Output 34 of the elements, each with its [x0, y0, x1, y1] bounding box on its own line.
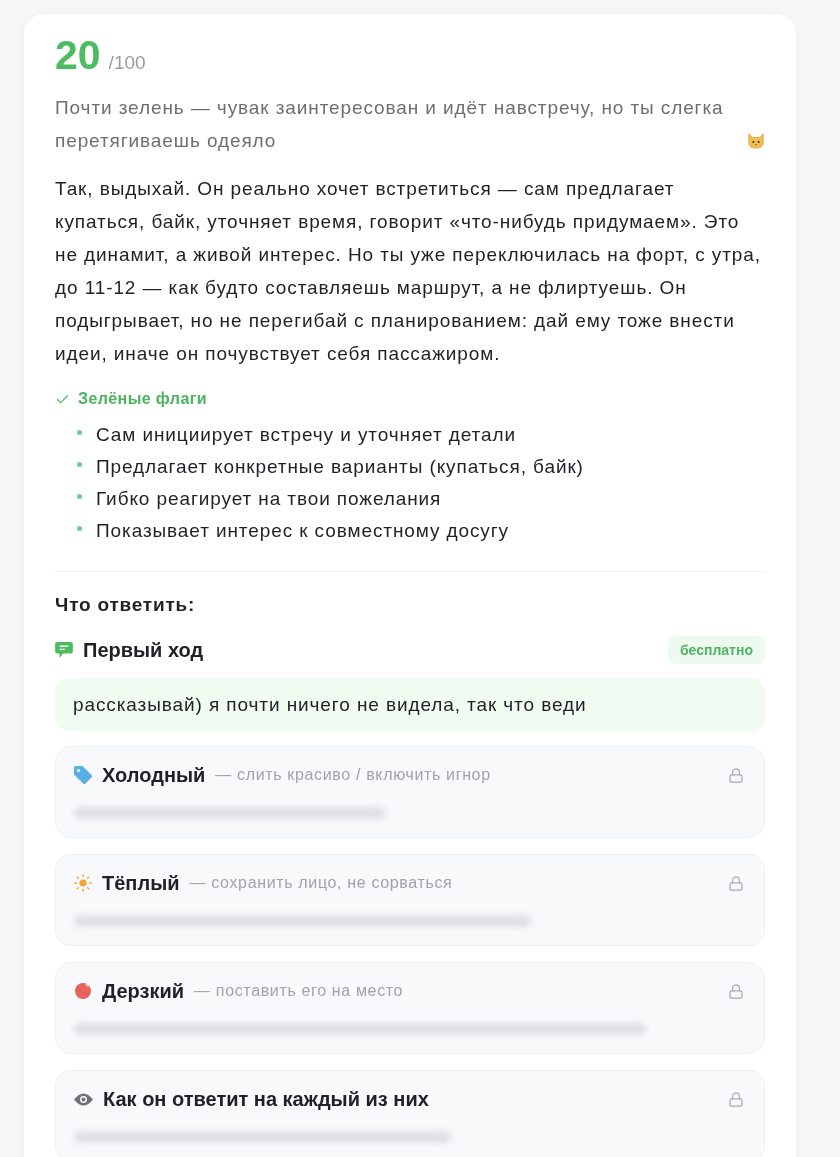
analysis-text: Так, выдыхай. Он реально хочет встретиться — сам предлагает купаться, байк, уточняет время, говорит «что-нибудь придумаем». Это не динамит, а живой интерес. Но ты уже переключилась на форт, с утра, до 11-12 — как будто составляешь маршрут, а не флиртуешь. Он подыгрывает, но не перегибай с планированием: дай ему тоже внести идеи, иначе он почувствует себя пассажиром.	[55, 177, 762, 366]
reply-option-card[interactable]: Как он ответит на каждый из них	[55, 1070, 765, 1157]
reply-option-card[interactable]: Дерзкий — поставить его на место	[55, 962, 765, 1054]
cat-face-icon	[747, 133, 765, 149]
flag-text: Сам инициирует встречу и уточняет детали	[96, 422, 516, 447]
option-subtitle: — сохранить лицо, не сорваться	[189, 873, 453, 893]
score-value: 20	[55, 31, 101, 79]
option-title: Холодный	[102, 763, 206, 788]
option-title: Дерзкий	[102, 979, 185, 1004]
reply-option-card[interactable]: Холодный — слить красиво / включить игнор	[55, 746, 765, 838]
option-title: Тёплый	[102, 871, 180, 896]
sun-icon	[74, 874, 92, 892]
free-badge: бесплатно	[667, 636, 765, 664]
bullet-icon	[77, 493, 82, 499]
flags-title: Зелёные флаги	[78, 389, 208, 409]
first-move-message: рассказывай) я почти ничего не видела, так что веди	[55, 678, 765, 731]
circle-icon	[75, 983, 91, 999]
bullet-icon	[77, 429, 82, 435]
tag-icon	[74, 766, 92, 784]
chat-icon	[55, 642, 73, 658]
section-title: Что ответить:	[55, 593, 197, 617]
option-title: Как он ответит на каждый из них	[103, 1087, 429, 1112]
score-max: /100	[108, 51, 146, 75]
option-subtitle: — слить красиво / включить игнор	[215, 765, 491, 785]
reply-option-card[interactable]: Тёплый — сохранить лицо, не сорваться	[55, 854, 765, 946]
eye-icon	[74, 1092, 93, 1106]
bullet-icon	[77, 525, 82, 531]
flag-text: Предлагает конкретные варианты (купаться, байк)	[96, 454, 584, 479]
flag-text: Гибко реагирует на твои пожелания	[96, 486, 442, 511]
bullet-icon	[77, 461, 82, 467]
option-subtitle: — поставить его на место	[194, 981, 404, 1001]
flag-text: Показывает интерес к совместному досугу	[96, 518, 509, 543]
first-move-title: Первый ход	[83, 638, 204, 663]
verdict-text: Почти зелень — чувак заинтересован и идёт навстречу, но ты слегка перетягиваешь одеяло	[55, 96, 725, 153]
